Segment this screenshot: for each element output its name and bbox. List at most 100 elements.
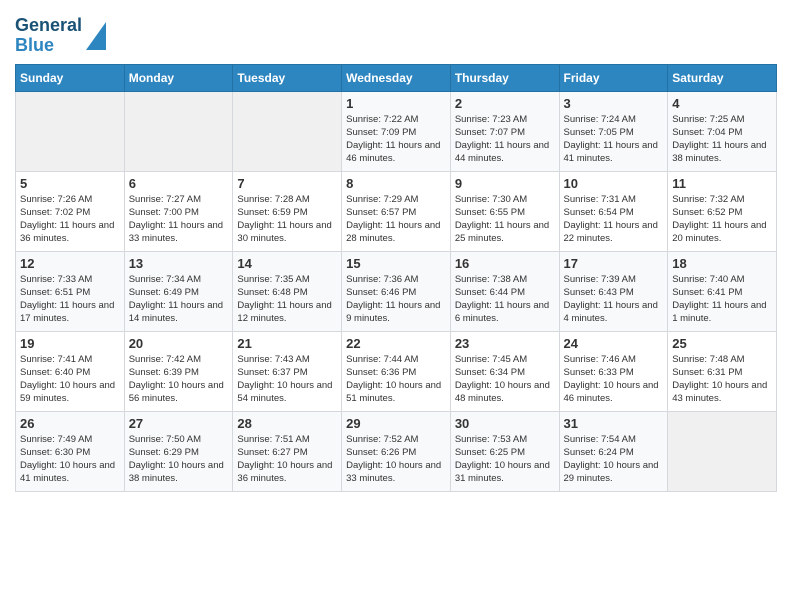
calendar-cell: 3 Sunrise: 7:24 AMSunset: 7:05 PMDaylight… — [559, 91, 668, 171]
day-info: Sunrise: 7:48 AMSunset: 6:31 PMDaylight:… — [672, 353, 772, 406]
calendar-week-3: 12 Sunrise: 7:33 AMSunset: 6:51 PMDayligh… — [16, 251, 777, 331]
day-info: Sunrise: 7:29 AMSunset: 6:57 PMDaylight:… — [346, 193, 446, 246]
calendar-header-row: SundayMondayTuesdayWednesdayThursdayFrid… — [16, 64, 777, 91]
calendar-cell — [233, 91, 342, 171]
day-number: 29 — [346, 416, 446, 431]
day-info: Sunrise: 7:28 AMSunset: 6:59 PMDaylight:… — [237, 193, 337, 246]
day-header-wednesday: Wednesday — [342, 64, 451, 91]
day-header-thursday: Thursday — [450, 64, 559, 91]
day-number: 28 — [237, 416, 337, 431]
day-number: 26 — [20, 416, 120, 431]
day-header-monday: Monday — [124, 64, 233, 91]
day-info: Sunrise: 7:36 AMSunset: 6:46 PMDaylight:… — [346, 273, 446, 326]
page-header: GeneralBlue — [15, 10, 777, 56]
day-info: Sunrise: 7:30 AMSunset: 6:55 PMDaylight:… — [455, 193, 555, 246]
calendar-cell: 25 Sunrise: 7:48 AMSunset: 6:31 PMDayligh… — [668, 331, 777, 411]
logo-text: GeneralBlue — [15, 16, 82, 56]
day-number: 10 — [564, 176, 664, 191]
day-number: 11 — [672, 176, 772, 191]
calendar-cell: 19 Sunrise: 7:41 AMSunset: 6:40 PMDayligh… — [16, 331, 125, 411]
day-number: 12 — [20, 256, 120, 271]
day-number: 15 — [346, 256, 446, 271]
calendar-cell: 17 Sunrise: 7:39 AMSunset: 6:43 PMDayligh… — [559, 251, 668, 331]
day-info: Sunrise: 7:42 AMSunset: 6:39 PMDaylight:… — [129, 353, 229, 406]
calendar-cell: 18Sunrise: 7:40 AMSunset: 6:41 PMDayligh… — [668, 251, 777, 331]
calendar-cell: 21Sunrise: 7:43 AMSunset: 6:37 PMDayligh… — [233, 331, 342, 411]
day-header-tuesday: Tuesday — [233, 64, 342, 91]
day-number: 2 — [455, 96, 555, 111]
day-number: 13 — [129, 256, 229, 271]
day-info: Sunrise: 7:53 AMSunset: 6:25 PMDaylight:… — [455, 433, 555, 486]
day-info: Sunrise: 7:44 AMSunset: 6:36 PMDaylight:… — [346, 353, 446, 406]
calendar-cell: 9 Sunrise: 7:30 AMSunset: 6:55 PMDaylight… — [450, 171, 559, 251]
calendar-cell — [16, 91, 125, 171]
day-number: 9 — [455, 176, 555, 191]
day-header-sunday: Sunday — [16, 64, 125, 91]
day-number: 31 — [564, 416, 664, 431]
calendar-table: SundayMondayTuesdayWednesdayThursdayFrid… — [15, 64, 777, 492]
day-number: 23 — [455, 336, 555, 351]
day-info: Sunrise: 7:27 AMSunset: 7:00 PMDaylight:… — [129, 193, 229, 246]
day-header-friday: Friday — [559, 64, 668, 91]
calendar-body: 1Sunrise: 7:22 AMSunset: 7:09 PMDaylight… — [16, 91, 777, 491]
calendar-cell: 29 Sunrise: 7:52 AMSunset: 6:26 PMDayligh… — [342, 411, 451, 491]
day-info: Sunrise: 7:41 AMSunset: 6:40 PMDaylight:… — [20, 353, 120, 406]
day-number: 18 — [672, 256, 772, 271]
day-info: Sunrise: 7:49 AMSunset: 6:30 PMDaylight:… — [20, 433, 120, 486]
day-number: 20 — [129, 336, 229, 351]
day-info: Sunrise: 7:32 AMSunset: 6:52 PMDaylight:… — [672, 193, 772, 246]
calendar-cell: 28 Sunrise: 7:51 AMSunset: 6:27 PMDayligh… — [233, 411, 342, 491]
calendar-cell: 23 Sunrise: 7:45 AMSunset: 6:34 PMDayligh… — [450, 331, 559, 411]
calendar-cell: 31Sunrise: 7:54 AMSunset: 6:24 PMDayligh… — [559, 411, 668, 491]
day-info: Sunrise: 7:46 AMSunset: 6:33 PMDaylight:… — [564, 353, 664, 406]
calendar-cell: 7Sunrise: 7:28 AMSunset: 6:59 PMDaylight… — [233, 171, 342, 251]
calendar-cell: 13 Sunrise: 7:34 AMSunset: 6:49 PMDayligh… — [124, 251, 233, 331]
day-info: Sunrise: 7:45 AMSunset: 6:34 PMDaylight:… — [455, 353, 555, 406]
day-number: 27 — [129, 416, 229, 431]
day-info: Sunrise: 7:38 AMSunset: 6:44 PMDaylight:… — [455, 273, 555, 326]
day-number: 5 — [20, 176, 120, 191]
day-info: Sunrise: 7:24 AMSunset: 7:05 PMDaylight:… — [564, 113, 664, 166]
calendar-cell: 10 Sunrise: 7:31 AMSunset: 6:54 PMDayligh… — [559, 171, 668, 251]
calendar-cell: 8 Sunrise: 7:29 AMSunset: 6:57 PMDaylight… — [342, 171, 451, 251]
day-number: 24 — [564, 336, 664, 351]
calendar-cell: 6 Sunrise: 7:27 AMSunset: 7:00 PMDaylight… — [124, 171, 233, 251]
calendar-week-1: 1Sunrise: 7:22 AMSunset: 7:09 PMDaylight… — [16, 91, 777, 171]
day-number: 17 — [564, 256, 664, 271]
calendar-cell: 11 Sunrise: 7:32 AMSunset: 6:52 PMDayligh… — [668, 171, 777, 251]
logo: GeneralBlue — [15, 16, 106, 56]
day-number: 14 — [237, 256, 337, 271]
day-number: 30 — [455, 416, 555, 431]
day-number: 25 — [672, 336, 772, 351]
day-number: 3 — [564, 96, 664, 111]
day-info: Sunrise: 7:26 AMSunset: 7:02 PMDaylight:… — [20, 193, 120, 246]
calendar-cell — [668, 411, 777, 491]
calendar-cell — [124, 91, 233, 171]
day-info: Sunrise: 7:52 AMSunset: 6:26 PMDaylight:… — [346, 433, 446, 486]
calendar-cell: 26 Sunrise: 7:49 AMSunset: 6:30 PMDayligh… — [16, 411, 125, 491]
day-info: Sunrise: 7:39 AMSunset: 6:43 PMDaylight:… — [564, 273, 664, 326]
day-info: Sunrise: 7:23 AMSunset: 7:07 PMDaylight:… — [455, 113, 555, 166]
day-info: Sunrise: 7:31 AMSunset: 6:54 PMDaylight:… — [564, 193, 664, 246]
calendar-cell: 16Sunrise: 7:38 AMSunset: 6:44 PMDayligh… — [450, 251, 559, 331]
day-number: 8 — [346, 176, 446, 191]
calendar-cell: 2 Sunrise: 7:23 AMSunset: 7:07 PMDaylight… — [450, 91, 559, 171]
day-info: Sunrise: 7:50 AMSunset: 6:29 PMDaylight:… — [129, 433, 229, 486]
day-number: 19 — [20, 336, 120, 351]
calendar-cell: 4Sunrise: 7:25 AMSunset: 7:04 PMDaylight… — [668, 91, 777, 171]
calendar-cell: 20 Sunrise: 7:42 AMSunset: 6:39 PMDayligh… — [124, 331, 233, 411]
day-info: Sunrise: 7:35 AMSunset: 6:48 PMDaylight:… — [237, 273, 337, 326]
calendar-cell: 1Sunrise: 7:22 AMSunset: 7:09 PMDaylight… — [342, 91, 451, 171]
day-header-saturday: Saturday — [668, 64, 777, 91]
day-info: Sunrise: 7:51 AMSunset: 6:27 PMDaylight:… — [237, 433, 337, 486]
day-info: Sunrise: 7:25 AMSunset: 7:04 PMDaylight:… — [672, 113, 772, 166]
day-info: Sunrise: 7:43 AMSunset: 6:37 PMDaylight:… — [237, 353, 337, 406]
calendar-week-2: 5 Sunrise: 7:26 AMSunset: 7:02 PMDaylight… — [16, 171, 777, 251]
calendar-cell: 15 Sunrise: 7:36 AMSunset: 6:46 PMDayligh… — [342, 251, 451, 331]
calendar-cell: 12 Sunrise: 7:33 AMSunset: 6:51 PMDayligh… — [16, 251, 125, 331]
logo-icon — [86, 22, 106, 50]
calendar-cell: 27 Sunrise: 7:50 AMSunset: 6:29 PMDayligh… — [124, 411, 233, 491]
day-number: 6 — [129, 176, 229, 191]
day-info: Sunrise: 7:33 AMSunset: 6:51 PMDaylight:… — [20, 273, 120, 326]
day-info: Sunrise: 7:34 AMSunset: 6:49 PMDaylight:… — [129, 273, 229, 326]
